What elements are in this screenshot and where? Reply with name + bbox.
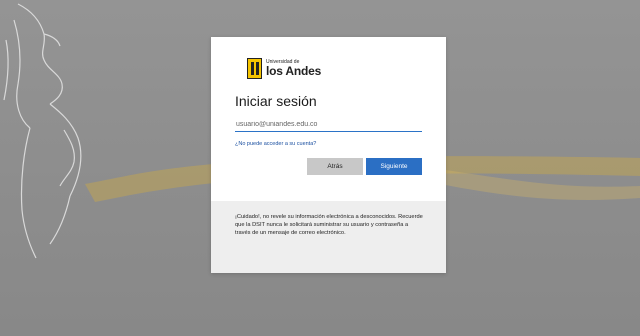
university-logo: Universidad de los Andes	[247, 57, 321, 79]
sketch-figure	[3, 3, 82, 259]
security-notice-text: ¡Cuidado!, no revele su información elec…	[235, 214, 423, 237]
email-field[interactable]	[235, 117, 422, 132]
logo-line-big: los Andes	[266, 63, 322, 78]
cant-access-account-link[interactable]: ¿No puede acceder a su cuenta?	[235, 141, 316, 147]
page-title: Iniciar sesión	[235, 93, 317, 109]
next-button[interactable]: Siguiente	[366, 158, 422, 175]
logo-mark-icon	[247, 57, 262, 79]
security-notice: ¡Cuidado!, no revele su información elec…	[211, 201, 446, 273]
signin-card: Universidad de los Andes Iniciar sesión …	[211, 37, 446, 273]
back-button[interactable]: Atrás	[307, 158, 363, 175]
logo-text: Universidad de los Andes	[266, 59, 322, 78]
